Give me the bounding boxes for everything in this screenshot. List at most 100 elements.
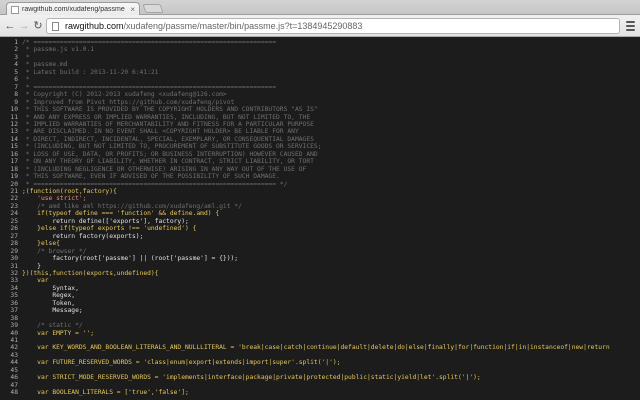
line-number: 23 [10, 202, 18, 210]
source-view: 1 /* ====================================… [0, 38, 640, 400]
line-number: 47 [10, 381, 18, 389]
code-line: 36 Token, [0, 300, 640, 307]
code-line: 18 * (INCLUDING NEGLIGENCE OR OTHERWISE)… [0, 166, 640, 173]
code-text: * THIS SOFTWARE, EVEN IF ADVISED OF THE … [22, 173, 280, 181]
code-text: * Improved from Pivot https://github.com… [22, 98, 235, 106]
code-text: * THIS SOFTWARE IS PROVIDED BY THE COPYR… [22, 106, 318, 114]
line-number: 44 [10, 359, 18, 367]
code-line: 23 /* amd like aml https://github.com/xu… [0, 203, 640, 210]
code-text: return factory(exports); [22, 232, 144, 240]
code-text: * passme.js v1.0.1 [22, 46, 95, 54]
code-text: * IMPLIED WARRANTIES OF MERCHANTABILITY … [22, 120, 314, 128]
line-number: 7 [14, 83, 18, 91]
code-line: 19 * THIS SOFTWARE, EVEN IF ADVISED OF T… [0, 173, 640, 180]
line-number: 26 [10, 225, 18, 233]
line-number: 19 [10, 173, 18, 181]
code-text: Syntax, [22, 284, 79, 292]
code-line: 26 }else if(typeof exports !== 'undefine… [0, 225, 640, 232]
code-text: })(this,function(exports,undefined){ [22, 269, 159, 277]
line-number: 21 [10, 188, 18, 195]
line-number: 4 [14, 61, 18, 69]
line-number: 12 [10, 120, 18, 128]
code-line: 41 [0, 337, 640, 344]
code-line: 7 * ====================================… [0, 84, 640, 91]
forward-arrow-icon[interactable]: → [17, 19, 31, 33]
line-number: 16 [10, 150, 18, 158]
code-line: 6 * [0, 76, 640, 83]
line-number: 31 [10, 262, 18, 270]
reload-icon[interactable]: ↻ [31, 19, 45, 33]
line-number: 24 [10, 210, 18, 218]
code-line: 35 Regex, [0, 292, 640, 299]
line-number: 46 [10, 374, 18, 382]
code-text: }else if(typeof exports !== 'undefined')… [22, 225, 197, 233]
line-number: 32 [10, 269, 18, 277]
code-text: /* browser */ [22, 247, 87, 255]
page-favicon-icon [11, 5, 19, 14]
code-line: 42 var KEY_WORDS_AND_BOOLEAN_LITERALS_AN… [0, 344, 640, 351]
url-host: rawgithub.com [65, 21, 124, 31]
code-text: factory(root['passme'] || (root['passme'… [22, 255, 239, 263]
code-text: 'use strict'; [22, 195, 87, 203]
back-arrow-icon[interactable]: ← [3, 19, 17, 33]
code-text: * passme.md [22, 61, 68, 69]
tab-strip: rawgithub.com/xudafeng/passme × [0, 0, 640, 16]
line-number: 3 [14, 53, 18, 61]
code-line: 40 var EMPTY = ''; [0, 330, 640, 337]
code-line: 25 return define(['exports'], factory); [0, 218, 640, 225]
code-line: 46 var STRICT_MODE_RESERVED_WORDS = 'imp… [0, 374, 640, 381]
code-text: /* =====================================… [22, 39, 277, 46]
line-number: 28 [10, 240, 18, 248]
line-number: 11 [10, 113, 18, 121]
hamburger-menu-icon[interactable] [626, 21, 635, 31]
code-line: 48 var BOOLEAN_LITERALS = ['true','false… [0, 389, 640, 396]
code-line: 12 * IMPLIED WARRANTIES OF MERCHANTABILI… [0, 121, 640, 128]
code-text: * Latest build : 2013-11-20 6:41:21 [22, 68, 159, 76]
code-text: * [22, 53, 30, 61]
code-text: /* static */ [22, 322, 83, 330]
address-bar[interactable]: rawgithub.com/xudafeng/passme/master/bin… [46, 18, 620, 34]
line-number: 30 [10, 255, 18, 263]
code-text: * ======================================… [22, 83, 277, 91]
code-text: Token, [22, 299, 76, 307]
code-line: 5 * Latest build : 2013-11-20 6:41:21 [0, 69, 640, 76]
code-line: 47 [0, 382, 640, 389]
code-text: } [22, 262, 41, 270]
line-number: 40 [10, 329, 18, 337]
code-text: * LOSS OF USE, DATA, OR PROFITS; OR BUSI… [22, 150, 318, 158]
close-icon[interactable]: × [130, 5, 135, 14]
line-number: 27 [10, 232, 18, 240]
line-number: 15 [10, 143, 18, 151]
code-line: 16 * LOSS OF USE, DATA, OR PROFITS; OR B… [0, 151, 640, 158]
line-number: 45 [10, 366, 18, 374]
line-number: 33 [10, 277, 18, 285]
code-line: 29 /* browser */ [0, 248, 640, 255]
line-number: 5 [14, 68, 18, 76]
page-icon [52, 22, 59, 31]
line-number: 34 [10, 284, 18, 292]
code-text: * AND ANY EXPRESS OR IMPLIED WARRANTIES,… [22, 113, 311, 121]
browser-tab[interactable]: rawgithub.com/xudafeng/passme × [6, 2, 140, 16]
line-number: 48 [10, 389, 18, 397]
code-line: 10 * THIS SOFTWARE IS PROVIDED BY THE CO… [0, 106, 640, 113]
line-number: 22 [10, 195, 18, 203]
code-line: 1 /* ====================================… [0, 39, 640, 46]
code-line: 39 /* static */ [0, 322, 640, 329]
new-tab-button[interactable] [142, 4, 164, 13]
code-text: var EMPTY = ''; [22, 329, 95, 337]
code-text: return define(['exports'], factory); [22, 217, 189, 225]
code-line: 33 var [0, 277, 640, 284]
code-text: Message; [22, 307, 83, 315]
code-line: 43 [0, 352, 640, 359]
line-number: 10 [10, 106, 18, 114]
line-number: 1 [14, 39, 18, 46]
code-line: 28 }else{ [0, 240, 640, 247]
code-text: * (INCLUDING, BUT NOT LIMITED TO, PROCUR… [22, 143, 322, 151]
line-number: 36 [10, 299, 18, 307]
code-line: 31 } [0, 263, 640, 270]
line-number: 20 [10, 180, 18, 188]
code-text: var FUTURE_RESERVED_WORDS = 'class|enum|… [22, 359, 341, 367]
code-line: 17 * ON ANY THEORY OF LIABILITY, WHETHER… [0, 158, 640, 165]
code-line: 21 ;(function(root,factory){ [0, 188, 640, 195]
code-text: var BOOLEAN_LITERALS = ['true','false']; [22, 389, 189, 397]
